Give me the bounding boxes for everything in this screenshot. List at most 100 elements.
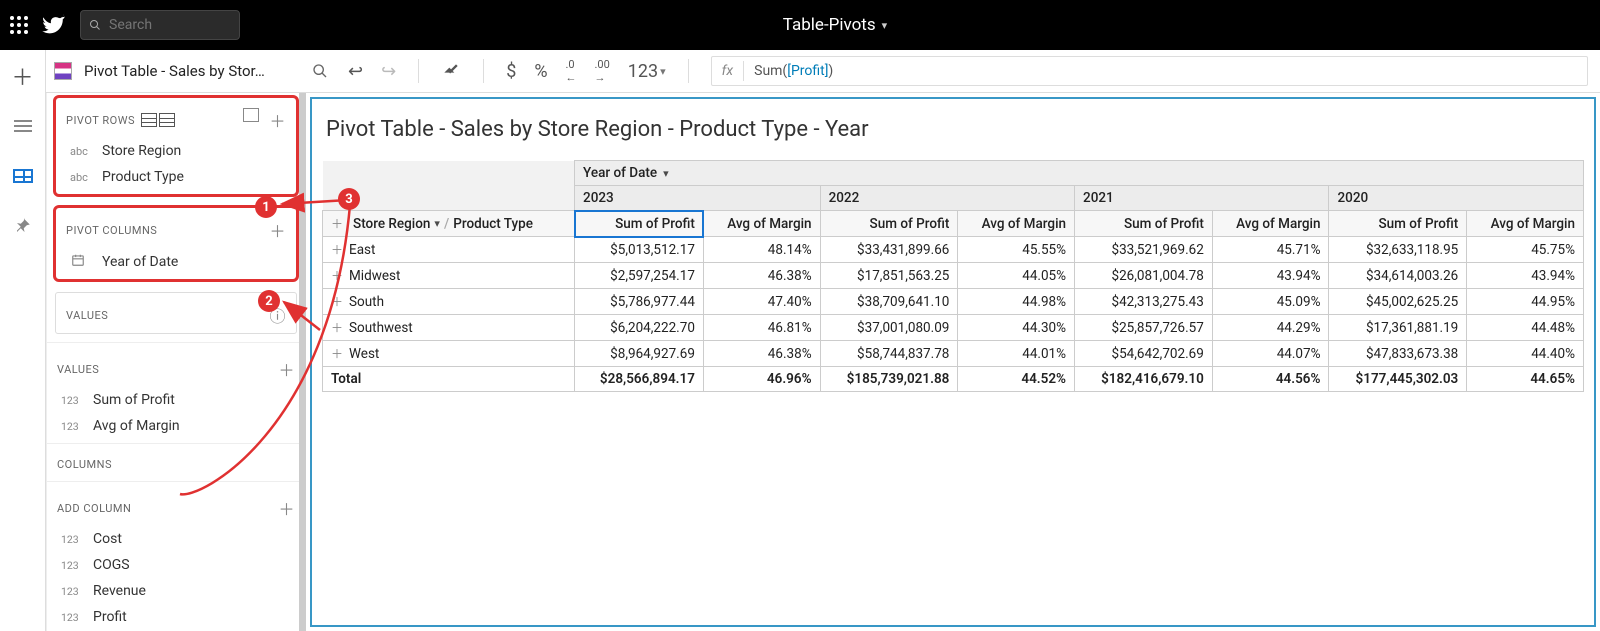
row-field-store-region[interactable]: Store Region [353, 216, 430, 232]
number-format-menu[interactable]: 123 ▾ [628, 61, 666, 82]
chevron-down-icon[interactable]: ▾ [434, 217, 440, 230]
formula-text[interactable]: Sum([Profit]) [754, 63, 833, 79]
table-cell[interactable]: $2,597,254.17 [575, 263, 704, 289]
page-tab-title[interactable]: Pivot Table - Sales by Stor… [84, 62, 304, 80]
table-cell[interactable]: $5,786,977.44 [575, 289, 704, 315]
add-column-button[interactable]: ＋ [278, 496, 295, 520]
table-cell[interactable]: 44.07% [1212, 341, 1329, 367]
add-pivot-column-button[interactable]: ＋ [269, 218, 286, 242]
table-cell[interactable]: 47.40% [703, 289, 820, 315]
decrease-decimal-button[interactable]: .0← [566, 58, 577, 84]
pivot-row-product-type[interactable]: abcProduct Type [56, 164, 296, 190]
table-cell[interactable]: $58,744,837.78 [820, 341, 958, 367]
table-cell[interactable]: 44.98% [958, 289, 1075, 315]
pin-icon[interactable] [11, 214, 35, 238]
document-title[interactable]: Table-Pivots [783, 15, 876, 35]
pivot-col-field[interactable]: Year of Date [583, 165, 657, 181]
global-search-input[interactable] [109, 17, 231, 33]
addcol-revenue[interactable]: 123Revenue [47, 578, 305, 604]
paint-format-button[interactable] [441, 61, 461, 81]
table-cell[interactable]: 46.38% [703, 263, 820, 289]
table-row[interactable]: ＋East$5,013,512.1748.14%$33,431,899.6645… [323, 237, 1584, 263]
global-search[interactable] [80, 10, 240, 40]
table-row[interactable]: ＋Midwest$2,597,254.1746.38%$17,851,563.2… [323, 263, 1584, 289]
currency-format-button[interactable]: $ [506, 61, 516, 82]
table-cell[interactable]: $45,002,625.25 [1329, 289, 1467, 315]
table-cell[interactable]: $33,521,969.62 [1075, 237, 1213, 263]
table-cell[interactable]: 46.81% [703, 315, 820, 341]
table-layout-icon[interactable] [243, 108, 259, 122]
expand-row-icon[interactable]: ＋ [331, 269, 343, 283]
table-cell[interactable]: $34,614,003.26 [1329, 263, 1467, 289]
document-menu-chevron-icon[interactable]: ▾ [882, 19, 888, 32]
brand-logo-icon[interactable] [40, 12, 66, 38]
table-cell[interactable]: 45.09% [1212, 289, 1329, 315]
chevron-down-icon[interactable]: ▾ [663, 167, 669, 180]
table-cell[interactable]: 44.29% [1212, 315, 1329, 341]
percent-format-button[interactable]: % [534, 61, 547, 82]
col-sum-profit-2022[interactable]: Sum of Profit [820, 211, 958, 237]
table-cell[interactable]: $5,013,512.17 [575, 237, 704, 263]
expand-all-icon[interactable]: ＋ [331, 215, 343, 232]
table-cell[interactable]: 44.05% [958, 263, 1075, 289]
table-cell[interactable]: $37,001,080.09 [820, 315, 958, 341]
year-2021[interactable]: 2021 [1075, 186, 1329, 211]
value-avg-of-margin[interactable]: 123Avg of Margin [47, 413, 305, 439]
table-cell[interactable]: 44.48% [1467, 315, 1584, 341]
table-cell[interactable]: $26,081,004.78 [1075, 263, 1213, 289]
table-cell[interactable]: 44.40% [1467, 341, 1584, 367]
pivot-row-store-region[interactable]: abcStore Region [56, 138, 296, 164]
undo-button[interactable]: ↩ [348, 61, 363, 82]
year-2020[interactable]: 2020 [1329, 186, 1584, 211]
table-row[interactable]: ＋South$5,786,977.4447.40%$38,709,641.104… [323, 289, 1584, 315]
addcol-cost[interactable]: 123Cost [47, 526, 305, 552]
apps-grid-icon[interactable] [10, 16, 28, 34]
add-value-button[interactable]: ＋ [278, 357, 295, 381]
expand-row-icon[interactable]: ＋ [331, 243, 343, 257]
expand-row-icon[interactable]: ＋ [331, 295, 343, 309]
add-pivot-row-button[interactable]: ＋ [269, 108, 286, 132]
table-cell[interactable]: $25,857,726.57 [1075, 315, 1213, 341]
table-row[interactable]: ＋Southwest$6,204,222.7046.81%$37,001,080… [323, 315, 1584, 341]
page-search-icon[interactable] [312, 63, 328, 79]
col-sum-profit-2020[interactable]: Sum of Profit [1329, 211, 1467, 237]
table-cell[interactable]: $8,964,927.69 [575, 341, 704, 367]
table-cell[interactable]: $54,642,702.69 [1075, 341, 1213, 367]
pivot-column-year-of-date[interactable]: Year of Date [56, 248, 296, 275]
year-2022[interactable]: 2022 [820, 186, 1074, 211]
table-cell[interactable]: $17,851,563.25 [820, 263, 958, 289]
increase-decimal-button[interactable]: .00→ [595, 58, 610, 84]
table-cell[interactable]: $42,313,275.43 [1075, 289, 1213, 315]
value-sum-of-profit[interactable]: 123Sum of Profit [47, 387, 305, 413]
row-layout-icons[interactable] [141, 113, 175, 127]
table-cell[interactable]: 45.55% [958, 237, 1075, 263]
table-cell[interactable]: $38,709,641.10 [820, 289, 958, 315]
addcol-cogs[interactable]: 123COGS [47, 552, 305, 578]
table-cell[interactable]: $32,633,118.95 [1329, 237, 1467, 263]
col-avg-margin-2022[interactable]: Avg of Margin [958, 211, 1075, 237]
table-cell[interactable]: 48.14% [703, 237, 820, 263]
table-cell[interactable]: 44.95% [1467, 289, 1584, 315]
row-field-product-type[interactable]: Product Type [453, 216, 533, 232]
table-view-icon[interactable] [11, 164, 35, 188]
col-avg-margin-2023[interactable]: Avg of Margin [703, 211, 820, 237]
outline-icon[interactable] [11, 114, 35, 138]
table-cell[interactable]: $33,431,899.66 [820, 237, 958, 263]
expand-row-icon[interactable]: ＋ [331, 321, 343, 335]
table-row[interactable]: ＋West$8,964,927.6946.38%$58,744,837.7844… [323, 341, 1584, 367]
col-sum-profit-2023[interactable]: Sum of Profit [575, 211, 704, 237]
col-avg-margin-2021[interactable]: Avg of Margin [1212, 211, 1329, 237]
redo-button[interactable]: ↪ [381, 61, 396, 82]
table-cell[interactable]: 44.01% [958, 341, 1075, 367]
table-cell[interactable]: 45.71% [1212, 237, 1329, 263]
add-page-button[interactable]: ＋ [11, 64, 35, 88]
formula-bar[interactable]: fx Sum([Profit]) [711, 56, 1588, 86]
col-sum-profit-2021[interactable]: Sum of Profit [1075, 211, 1213, 237]
pivot-table[interactable]: Year of Date ▾ 2023 2022 2021 2020 [322, 160, 1584, 392]
addcol-profit[interactable]: 123Profit [47, 604, 305, 630]
table-cell[interactable]: $6,204,222.70 [575, 315, 704, 341]
table-cell[interactable]: $17,361,881.19 [1329, 315, 1467, 341]
panel-resize-handle[interactable] [299, 93, 305, 631]
expand-row-icon[interactable]: ＋ [331, 347, 343, 361]
col-avg-margin-2020[interactable]: Avg of Margin [1467, 211, 1584, 237]
